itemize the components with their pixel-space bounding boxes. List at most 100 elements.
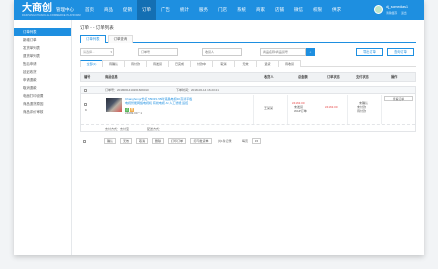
nav-permissions[interactable]: 权限 xyxy=(308,0,327,20)
order-header: 订单号：2018061410261609010 下单时间：2018-06-14 … xyxy=(81,87,415,94)
select-all-checkbox[interactable] xyxy=(83,139,86,143)
print-order-button[interactable]: 打印订单 xyxy=(168,138,186,144)
pager-per-page: 每页 xyxy=(242,139,249,143)
nav-wechat[interactable]: 微信 xyxy=(289,0,308,20)
col-consignee: 收货人 xyxy=(264,75,274,79)
top-bar: 大商创 DASHANGCHUANG E-COMMERCE PLATFORM 管理… xyxy=(14,0,424,20)
status-tab-to-ship[interactable]: 待发货 xyxy=(146,60,169,67)
status-tab-completed[interactable]: 已完成 xyxy=(168,60,191,67)
order-time: 下单时间：2018-06-14 16:23:21 xyxy=(176,88,219,92)
sidebar-item-refund-apply[interactable]: 申请退款 xyxy=(14,76,71,84)
logo[interactable]: 大商创 xyxy=(22,4,52,14)
clear-cache-link[interactable]: 清除缓存 xyxy=(386,11,397,15)
bulk-confirm-button[interactable]: 确认 xyxy=(104,138,116,144)
sidebar-item-print-settings[interactable]: 电面打印设置 xyxy=(14,92,71,100)
status-select[interactable]: 请选择... xyxy=(80,48,114,56)
export-orders-button[interactable]: 导出订单 xyxy=(356,48,383,56)
status-tab-invalid[interactable]: 无效 xyxy=(234,60,257,67)
order-checkbox[interactable] xyxy=(84,88,87,92)
col-goods: 商品信息 xyxy=(105,75,118,79)
nav-supply[interactable]: 供求 xyxy=(327,0,346,20)
col-index: 编号 xyxy=(84,75,91,79)
sidebar-item-order-list[interactable]: 订单列表 xyxy=(14,28,71,36)
row-checkbox[interactable] xyxy=(84,103,87,106)
sidebar-item-review-audit[interactable]: 商品评价审核 xyxy=(14,108,71,116)
status-tab-cancelled[interactable]: 取消 xyxy=(212,60,235,67)
divider xyxy=(347,95,348,124)
tab-order-query[interactable]: 订单查询 xyxy=(107,35,134,43)
query-orders-button[interactable]: 查询订单 xyxy=(387,48,414,56)
order-no-input[interactable] xyxy=(138,48,178,56)
admin-center-label: 管理中心 xyxy=(56,7,74,12)
consignee-input[interactable] xyxy=(202,48,242,56)
view-order-button[interactable]: 查看订单 xyxy=(384,96,413,101)
order-footer: 支付方式：支付宝 配送方式： xyxy=(81,124,415,132)
row-index: 9 xyxy=(85,108,87,112)
nav-promotion[interactable]: 促销 xyxy=(118,0,137,20)
page-size-select[interactable]: 15 xyxy=(252,138,261,144)
filter-bar: 请选择... ⌕ 导出订单 查询订单 xyxy=(80,48,416,60)
sidebar-item-cancel-refund[interactable]: 取消退款 xyxy=(14,84,71,92)
status-tabs: 全部(1) 待确认 待付款 待发货 已完成 付款中 取消 无效 退货 待收货 xyxy=(80,60,416,67)
status-tab-unconfirmed[interactable]: 待确认 xyxy=(102,60,125,67)
bulk-actions: 确认 无效 取消 删除 打印订单 打印发货单 共1条记录 每页 15 xyxy=(80,138,416,146)
nav-system[interactable]: 系统 xyxy=(232,0,251,20)
sidebar-item-return-list[interactable]: 退货单列表 xyxy=(14,52,71,60)
search-button[interactable]: ⌕ xyxy=(306,48,315,56)
bulk-delete-button[interactable]: 删除 xyxy=(152,138,164,144)
sidebar-item-shipping-list[interactable]: 发货单列表 xyxy=(14,44,71,52)
top-nav: 首页 商品 促销 订单 广告 統计 服务 门店 系统 商家 店铺 微信 权限 供… xyxy=(80,0,346,20)
wap-order-tag: WAP订单 xyxy=(294,109,307,113)
status-line-3: 待付款 xyxy=(357,109,367,113)
avatar[interactable] xyxy=(374,5,383,14)
nav-orders[interactable]: 订单 xyxy=(137,0,156,20)
sidebar-item-delay-receipt[interactable]: 延迟收货 xyxy=(14,68,71,76)
nav-stores[interactable]: 门店 xyxy=(213,0,232,20)
goods-search-input[interactable] xyxy=(260,48,306,56)
page-tabs: 订单列表 订单查询 xyxy=(80,35,416,43)
goods-name-link[interactable]: Changhong/长虹 55D3S 55吋液晶电视4K高清平板电视智能网络电视… xyxy=(125,97,193,105)
order-number: 订单号：2018061410261609010 xyxy=(105,88,149,92)
sidebar: 订单列表 新增订单 发货单列表 退货单列表 售后申请 延迟收货 申请退款 取消退… xyxy=(14,20,72,255)
tab-order-list[interactable]: 订单列表 xyxy=(80,35,106,43)
sidebar-item-after-sale[interactable]: 售后申请 xyxy=(14,60,71,68)
nav-ads[interactable]: 广告 xyxy=(156,0,175,20)
status-tab-all[interactable]: 全部(1) xyxy=(80,60,103,67)
consignee-name: 王某某 xyxy=(264,106,274,110)
nav-stats[interactable]: 統计 xyxy=(175,0,194,20)
sidebar-item-add-order[interactable]: 新增订单 xyxy=(14,36,71,44)
nav-service[interactable]: 服务 xyxy=(194,0,213,20)
table-header: 编号 商品信息 收货人 总金额 订单状态 支付状态 操作 xyxy=(80,72,416,82)
search-icon: ⌕ xyxy=(309,50,312,54)
page-title: 订单 - - 订单列表 xyxy=(80,25,114,30)
print-shipping-button[interactable]: 打印发货单 xyxy=(190,138,212,144)
col-total: 总金额 xyxy=(298,75,308,79)
col-order-status: 订单状态 xyxy=(327,75,340,79)
divider xyxy=(287,95,288,124)
goods-thumbnail[interactable] xyxy=(106,98,122,112)
user-area: dj_scmedias1 清除缓存 退出 xyxy=(374,3,416,17)
nav-goods[interactable]: 商品 xyxy=(99,0,118,20)
col-pay-status: 支付状态 xyxy=(356,75,369,79)
order-amount: ¥4163.00 xyxy=(325,105,338,109)
sidebar-item-return-reasons[interactable]: 商品退货原因 xyxy=(14,100,71,108)
divider xyxy=(381,95,382,124)
app-window: 大商创 DASHANGCHUANG E-COMMERCE PLATFORM 管理… xyxy=(14,0,424,255)
order-row: 订单号：2018061410261609010 下单时间：2018-06-14 … xyxy=(80,86,416,132)
nav-merchants[interactable]: 商家 xyxy=(251,0,270,20)
status-tab-unpaid[interactable]: 待付款 xyxy=(124,60,147,67)
nav-home[interactable]: 首页 xyxy=(80,0,99,20)
status-tab-paying[interactable]: 付款中 xyxy=(190,60,213,67)
divider xyxy=(253,95,254,124)
pager-total: 共1条记录 xyxy=(218,139,232,143)
username[interactable]: dj_scmedias1 xyxy=(386,5,408,9)
user-actions: 清除缓存 退出 xyxy=(386,11,410,15)
status-tab-to-receive[interactable]: 待收货 xyxy=(278,60,301,67)
goods-price: ¥4099.00 * 1 xyxy=(125,111,143,115)
col-actions: 操作 xyxy=(391,75,398,79)
nav-shops[interactable]: 店铺 xyxy=(270,0,289,20)
bulk-cancel-button[interactable]: 取消 xyxy=(136,138,148,144)
bulk-invalid-button[interactable]: 无效 xyxy=(120,138,132,144)
logout-link[interactable]: 退出 xyxy=(401,11,407,15)
status-tab-returned[interactable]: 退货 xyxy=(256,60,279,67)
